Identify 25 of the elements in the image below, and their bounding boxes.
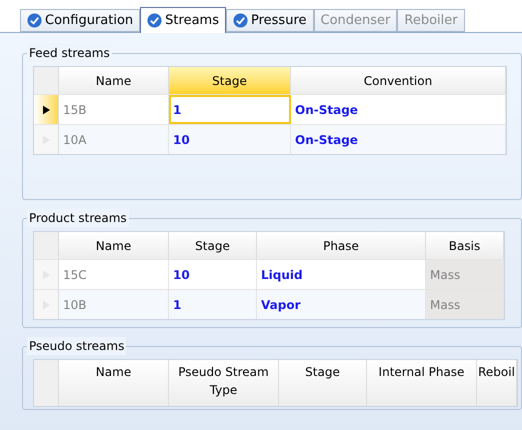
column-header[interactable]: Internal Phase xyxy=(367,360,477,406)
group-title: Pseudo streams xyxy=(27,337,126,355)
row-pointer-icon xyxy=(42,104,50,114)
row-header[interactable] xyxy=(34,95,59,124)
column-header[interactable]: Convention xyxy=(291,67,506,94)
column-header[interactable]: Reboil xyxy=(477,360,517,406)
tab[interactable]: Configuration xyxy=(20,9,140,32)
group-title: Product streams xyxy=(27,209,129,227)
column-header[interactable]: Pseudo Stream Type xyxy=(169,360,279,406)
column-header[interactable]: Name xyxy=(59,360,169,406)
table-cell[interactable]: 1 xyxy=(169,95,291,124)
table-cell[interactable]: 1 xyxy=(169,290,257,319)
column-header[interactable]: Basis xyxy=(426,232,504,259)
column-header[interactable]: Name xyxy=(59,67,169,94)
column-header[interactable]: Name xyxy=(59,232,169,259)
column-header[interactable]: Stage xyxy=(169,232,257,259)
table-cell[interactable]: 10B xyxy=(59,290,169,319)
tab[interactable]: Streams xyxy=(140,7,226,33)
column-header[interactable]: Stage xyxy=(169,67,291,94)
table-cell[interactable]: 10 xyxy=(169,125,291,154)
column-header[interactable]: Stage xyxy=(279,360,367,406)
table-cell[interactable]: 10A xyxy=(59,125,169,154)
table-cell[interactable]: On-Stage xyxy=(291,125,506,154)
column-header[interactable]: Phase xyxy=(257,232,426,259)
tab[interactable]: Pressure xyxy=(226,9,314,32)
